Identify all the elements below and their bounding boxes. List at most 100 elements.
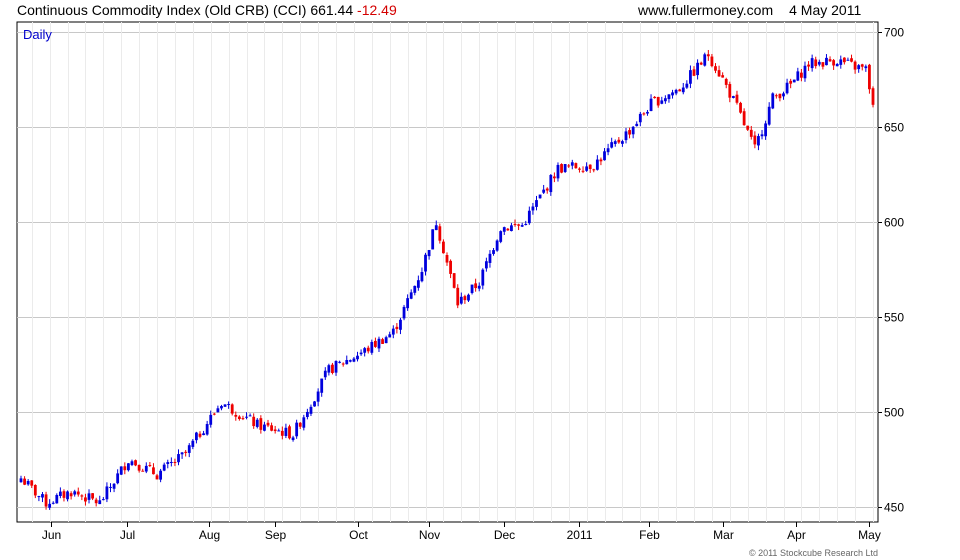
candle-body [599, 159, 603, 162]
candle-body [338, 361, 342, 363]
candle-body [749, 129, 753, 137]
candle-body [502, 227, 506, 232]
period-label: Daily [23, 27, 52, 42]
candle-body [255, 419, 259, 427]
candle-body [445, 255, 449, 263]
candle-body [259, 418, 263, 430]
candle-body [696, 62, 699, 76]
candle-body [742, 111, 746, 126]
candle-body [51, 502, 55, 504]
candle-body [434, 225, 438, 231]
candle-body [202, 433, 205, 436]
candle-body [19, 478, 23, 483]
candle-body [567, 165, 571, 167]
candle-body [771, 93, 775, 109]
candle-body [828, 59, 832, 62]
candle-body [195, 432, 198, 441]
candle-body [595, 159, 599, 170]
candle-body [33, 485, 37, 496]
candle-body [230, 404, 234, 414]
candle-body [578, 168, 581, 170]
candle-body [667, 94, 671, 100]
candle-body [703, 54, 707, 66]
candle-body [91, 493, 94, 499]
candle-body [191, 440, 195, 447]
candle-body [80, 495, 84, 497]
candle-body [714, 66, 717, 71]
candle-body [835, 64, 839, 67]
candle-body [442, 241, 445, 254]
candle-body [366, 347, 370, 352]
x-tick-label: Aug [199, 528, 220, 542]
candle-body [227, 404, 231, 406]
candle-body [248, 415, 252, 417]
candle-body [159, 470, 163, 480]
candle-body [774, 95, 778, 97]
candle-body [245, 416, 248, 418]
candle-body [409, 292, 413, 299]
candle-body [356, 355, 359, 360]
candle-body [868, 64, 871, 90]
candle-body [177, 454, 180, 463]
candle-body [681, 87, 685, 93]
candle-body [73, 491, 77, 495]
candle-body [821, 62, 825, 67]
candle-body [198, 433, 202, 437]
x-tick-label: Dec [494, 528, 515, 542]
candle-body [545, 188, 549, 191]
candle-body [112, 483, 116, 489]
candle-body [542, 189, 546, 193]
candle-body [839, 59, 843, 65]
candle-body [467, 294, 470, 301]
candlestick-chart: 450 500 550 600 650 700 Jun Jul Aug Sep Oct Nov Dec 2… [16, 21, 904, 542]
candle-body [832, 60, 836, 66]
candle-body [524, 223, 528, 225]
candle-body [735, 94, 739, 103]
candle-body [871, 88, 875, 105]
y-tick-label: 450 [884, 501, 904, 515]
candle-body [352, 358, 356, 362]
candle-body [817, 61, 821, 65]
candle-body [484, 261, 488, 269]
candle-body [187, 445, 191, 453]
candle-body [449, 260, 452, 274]
candle-body [280, 430, 284, 436]
candle-body [223, 404, 227, 407]
candle-body [538, 194, 542, 199]
candle-body [302, 417, 306, 428]
candle-body [87, 493, 91, 500]
candle-body [105, 486, 109, 500]
candle-body [588, 164, 592, 170]
candle-body [585, 166, 589, 171]
candle-body [617, 139, 621, 143]
candle-body [842, 57, 846, 63]
candle-body [234, 414, 238, 417]
candle-body [692, 69, 696, 76]
candle-body [477, 285, 481, 289]
candle-body [653, 96, 657, 99]
copyright: © 2011 Stockcube Research Ltd [748, 548, 878, 558]
candle-body [814, 59, 818, 67]
candle-body [173, 461, 177, 463]
candle-body [162, 464, 166, 471]
candle-body [624, 131, 628, 141]
candle-body [778, 93, 782, 99]
candle-body [570, 162, 574, 166]
candle-body [792, 79, 796, 83]
candle-body [796, 71, 800, 81]
candle-body [810, 58, 814, 69]
candle-body [313, 401, 316, 407]
candle-body [506, 228, 510, 231]
candle-body [710, 56, 714, 67]
candle-body [341, 363, 345, 365]
candle-body [370, 341, 374, 353]
candle-body [216, 408, 220, 413]
candle-body [26, 481, 30, 485]
candle-body [438, 226, 442, 241]
candle-body [488, 253, 492, 263]
candle-body [109, 486, 112, 488]
candle-body [363, 348, 367, 353]
candle-body [613, 141, 617, 144]
candle-body [492, 250, 495, 254]
candle-body [499, 231, 503, 242]
